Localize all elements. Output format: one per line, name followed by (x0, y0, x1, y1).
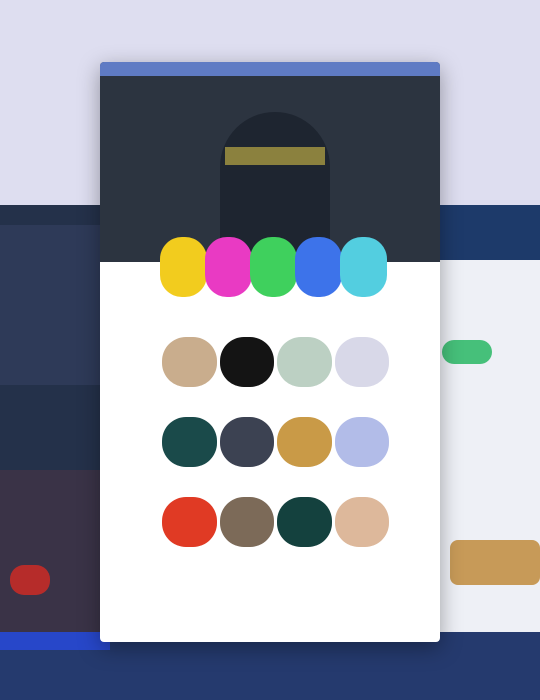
red-badge (10, 565, 50, 595)
wallpaper-row (162, 337, 392, 387)
wallpaper-row (162, 497, 392, 547)
wallpaper-thumb-periwinkle[interactable] (334, 417, 389, 467)
swatch-green[interactable] (250, 237, 297, 297)
swatch-yellow[interactable] (160, 237, 207, 297)
left-preview-image-2 (0, 470, 100, 640)
wallpaper-thumb-sepia[interactable] (219, 497, 274, 547)
wallpaper-thumb-charcoal[interactable] (219, 417, 274, 467)
wallpaper-thumb-amber[interactable] (277, 417, 332, 467)
hero-topbar (100, 62, 440, 76)
taskbar-accent (0, 632, 110, 650)
wallpaper-row (162, 417, 392, 467)
right-green-button[interactable] (442, 340, 492, 364)
swatch-magenta[interactable] (205, 237, 252, 297)
wallpaper-thumb-red[interactable] (162, 497, 217, 547)
swatch-cyan[interactable] (340, 237, 387, 297)
wallpaper-thumb-deep-teal[interactable] (277, 497, 332, 547)
wallpaper-grid (162, 337, 392, 577)
left-preview-image (0, 225, 100, 385)
wallpaper-thumb-warm-beige[interactable] (162, 337, 217, 387)
swatch-blue[interactable] (295, 237, 342, 297)
right-preview-image (450, 540, 540, 585)
wallpaper-thumb-black[interactable] (219, 337, 274, 387)
color-swatch-row (160, 237, 387, 297)
right-window-preview[interactable] (430, 205, 540, 700)
right-window-header (430, 205, 540, 260)
hero-stripe (225, 147, 325, 165)
hero-image (100, 62, 440, 262)
wallpaper-thumb-peach[interactable] (334, 497, 389, 547)
wallpaper-thumb-pale-lavender[interactable] (334, 337, 389, 387)
theme-picker-window (100, 62, 440, 642)
wallpaper-thumb-mint-grey[interactable] (277, 337, 332, 387)
wallpaper-thumb-dark-teal[interactable] (162, 417, 217, 467)
